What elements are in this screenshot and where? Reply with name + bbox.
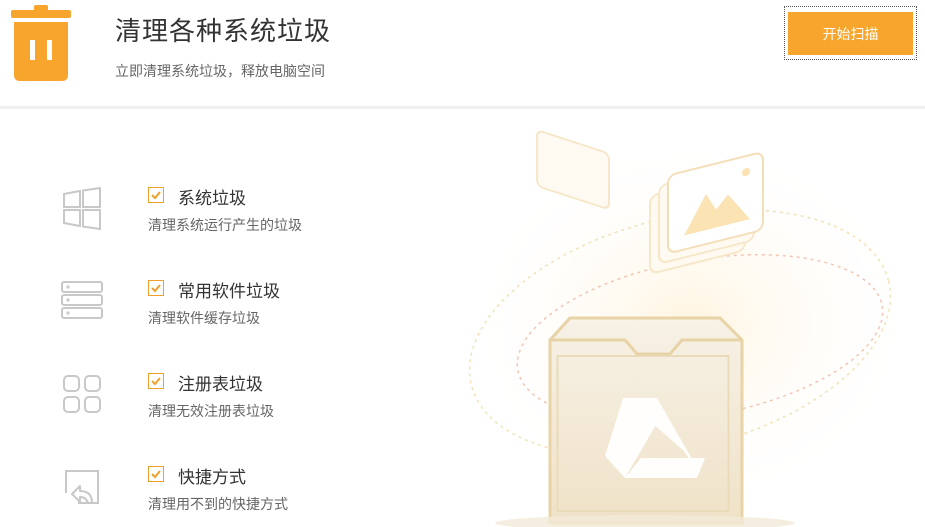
list-item-system-junk: 系统垃圾 清理系统运行产生的垃圾 [0, 184, 420, 264]
software-junk-checkbox[interactable] [148, 280, 164, 296]
windows-icon [63, 186, 101, 231]
junk-bin-illustration [460, 130, 920, 527]
list-item-registry-junk: 注册表垃圾 清理无效注册表垃圾 [0, 370, 420, 450]
item-description: 清理软件缓存垃圾 [148, 311, 260, 327]
list-item-software-junk: 常用软件垃圾 清理软件缓存垃圾 [0, 277, 420, 357]
shortcuts-checkbox[interactable] [148, 466, 164, 482]
list-item-shortcuts: 快捷方式 清理用不到的快捷方式 [0, 463, 420, 527]
item-description: 清理系统运行产生的垃圾 [148, 218, 302, 234]
checkmark-icon [151, 470, 161, 479]
page-subtitle: 立即清理系统垃圾，释放电脑空间 [115, 64, 325, 80]
item-title: 注册表垃圾 [178, 375, 263, 395]
header-divider [0, 106, 925, 109]
item-title: 系统垃圾 [178, 189, 246, 209]
storage-box-icon [548, 316, 744, 525]
item-description: 清理用不到的快捷方式 [148, 497, 288, 513]
system-junk-checkbox[interactable] [148, 187, 164, 203]
item-title: 快捷方式 [178, 468, 246, 488]
item-title: 常用软件垃圾 [178, 282, 280, 302]
page-title: 清理各种系统垃圾 [115, 17, 332, 47]
shortcut-icon [65, 470, 99, 504]
start-scan-button[interactable]: 开始扫描 [788, 12, 913, 55]
registry-grid-icon [63, 375, 101, 413]
checkmark-icon [151, 284, 161, 293]
server-stack-icon [61, 281, 103, 319]
checkmark-icon [151, 377, 161, 386]
trash-can-icon [11, 5, 71, 81]
registry-junk-checkbox[interactable] [148, 373, 164, 389]
checkmark-icon [151, 191, 161, 200]
item-description: 清理无效注册表垃圾 [148, 404, 274, 420]
header: 清理各种系统垃圾 立即清理系统垃圾，释放电脑空间 开始扫描 [0, 0, 925, 106]
